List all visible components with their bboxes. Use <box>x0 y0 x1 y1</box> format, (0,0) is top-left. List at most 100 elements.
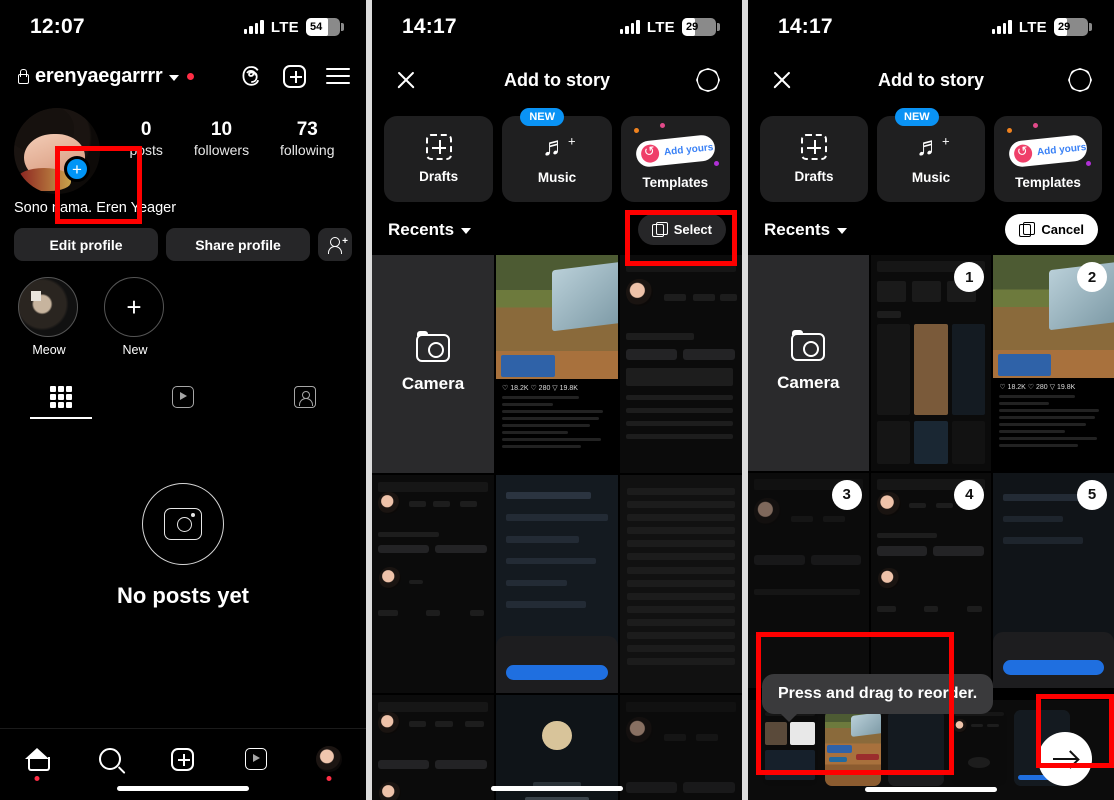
photo-thumbnail[interactable] <box>372 695 494 800</box>
photo-thumbnail[interactable] <box>620 695 742 800</box>
grid-icon <box>50 386 72 408</box>
status-time: 14:17 <box>402 15 457 38</box>
selection-badge[interactable]: 5 <box>1076 479 1107 510</box>
stat-value: 10 <box>210 119 233 141</box>
threads-icon[interactable] <box>239 64 263 88</box>
username-switcher[interactable]: erenyaegarrrr <box>16 65 194 88</box>
stat-value: 0 <box>140 119 152 141</box>
highlight-label: New <box>122 343 148 357</box>
story-settings-icon[interactable] <box>1068 68 1092 92</box>
layers-icon <box>1019 222 1036 237</box>
music-note-icon: ♬+ <box>916 131 950 161</box>
post-engagement: ♡ 18.2K ♡ 280 ▽ 19.8K <box>999 383 1076 391</box>
stat-followers[interactable]: 10 followers <box>194 119 249 160</box>
story-option-cards: Drafts NEW ♬+ Music Add yours Templates <box>372 106 742 202</box>
profile-tabs <box>0 375 366 419</box>
chevron-down-icon <box>837 228 848 234</box>
battery-icon: 29 <box>1054 18 1092 36</box>
photo-thumbnail[interactable] <box>372 475 494 693</box>
network-label: LTE <box>1018 18 1047 36</box>
reels-icon[interactable] <box>236 743 276 775</box>
tab-tagged[interactable] <box>244 375 366 419</box>
recents-dropdown[interactable]: Recents <box>388 220 472 240</box>
camera-tile-label: Camera <box>777 372 840 392</box>
cancel-button[interactable]: Cancel <box>1005 214 1098 245</box>
photo-thumbnail-selected[interactable]: 4 <box>870 472 992 689</box>
camera-tile[interactable]: Camera <box>372 255 494 473</box>
profile-avatar-tab[interactable] <box>309 743 349 781</box>
music-card[interactable]: NEW ♬+ Music <box>502 108 612 202</box>
story-settings-icon[interactable] <box>696 68 720 92</box>
cancel-button-label: Cancel <box>1041 222 1084 237</box>
stat-following[interactable]: 73 following <box>280 119 335 160</box>
home-icon[interactable] <box>17 743 57 781</box>
photo-thumbnail[interactable] <box>620 475 742 693</box>
camera-tile[interactable]: Camera <box>748 255 869 471</box>
photo-thumbnail-selected[interactable]: 5 <box>993 472 1114 689</box>
profile-real-name: Sono nama. Eren Yeager <box>14 200 177 216</box>
share-profile-button[interactable]: Share profile <box>166 228 310 261</box>
selection-badge[interactable]: 3 <box>831 479 862 510</box>
post-engagement: ♡ 18.2K ♡ 280 ▽ 19.8K <box>502 385 578 393</box>
photo-thumbnail-selected[interactable]: 1 <box>870 255 992 471</box>
photo-thumbnail[interactable]: @erenyaegarrrr ♡ 18.2K ♡ 280 ▽ 19.8K <box>496 255 618 473</box>
create-icon[interactable] <box>163 743 203 775</box>
hamburger-menu-icon[interactable] <box>326 68 350 84</box>
new-badge: NEW <box>520 108 564 126</box>
status-indicators: LTE 29 <box>619 18 720 36</box>
tray-thumbnail[interactable] <box>825 710 881 786</box>
tagged-icon <box>294 386 316 408</box>
card-label: Templates <box>1015 174 1081 190</box>
next-arrow-icon <box>1053 757 1077 761</box>
add-post-icon[interactable] <box>283 64 306 88</box>
empty-posts-state: No posts yet <box>0 483 366 609</box>
edit-profile-button[interactable]: Edit profile <box>14 228 158 261</box>
photo-thumbnail-selected[interactable]: 3 <box>748 472 869 689</box>
close-icon[interactable] <box>770 68 794 92</box>
card-label: Music <box>537 170 577 185</box>
tray-thumbnail[interactable] <box>951 710 1007 786</box>
templates-card[interactable]: Add yours Templates <box>994 116 1102 202</box>
profile-avatar[interactable]: + <box>14 108 100 194</box>
status-indicators: LTE 29 <box>991 18 1092 36</box>
signal-bars-icon <box>991 20 1012 34</box>
music-card[interactable]: NEW ♬+ Music <box>877 108 985 202</box>
camera-circle-icon <box>142 483 224 565</box>
panel-add-to-story-select: 14:17 LTE 29 Add to story Drafts NEW ♬+ … <box>372 0 742 800</box>
stat-posts[interactable]: 0 posts <box>129 119 162 160</box>
profile-username: erenyaegarrrr <box>35 64 163 87</box>
next-button[interactable] <box>1038 732 1092 786</box>
drafts-card[interactable]: Drafts <box>384 116 494 202</box>
select-button[interactable]: Select <box>637 214 726 245</box>
tab-reels[interactable] <box>122 375 244 419</box>
recents-photo-grid: Camera 1 @erenyae <box>748 255 1114 689</box>
photo-thumbnail-selected[interactable]: @erenyaegarrrr ♡ 18.2K ♡ 280 ▽ 19.8K 2 <box>993 255 1114 471</box>
add-to-story-header: Add to story <box>748 54 1114 106</box>
photo-thumbnail[interactable] <box>620 255 742 473</box>
drafts-card[interactable]: Drafts <box>760 116 868 202</box>
stat-label: following <box>280 142 335 158</box>
selection-badge[interactable]: 4 <box>954 479 985 510</box>
selection-badge[interactable]: 2 <box>1076 262 1107 292</box>
add-people-button[interactable]: + <box>318 228 352 261</box>
status-indicators: LTE 54 <box>243 18 344 36</box>
post-meta: ♡ 18.2K ♡ 280 ▽ 19.8K <box>496 379 618 473</box>
story-highlights: Meow + New <box>0 261 366 357</box>
search-icon[interactable] <box>90 743 130 775</box>
photo-thumbnail[interactable] <box>496 695 618 800</box>
highlight-meow[interactable]: Meow <box>18 277 80 357</box>
recents-dropdown[interactable]: Recents <box>764 219 848 240</box>
tray-thumbnail[interactable] <box>888 710 944 786</box>
add-story-plus-button[interactable]: + <box>64 156 90 182</box>
recents-label: Recents <box>764 219 831 239</box>
highlight-new[interactable]: + New <box>104 277 166 357</box>
profile-summary: + 0 posts 10 followers 73 following <box>0 98 366 194</box>
photo-thumbnail[interactable] <box>496 475 618 693</box>
tab-grid[interactable] <box>0 375 122 419</box>
layers-icon <box>651 222 668 237</box>
card-label: Templates <box>642 174 709 190</box>
templates-card[interactable]: Add yours Templates <box>620 116 730 202</box>
status-bar: 12:07 LTE 54 <box>0 0 366 54</box>
battery-icon: 54 <box>306 18 344 36</box>
close-icon[interactable] <box>394 68 418 92</box>
